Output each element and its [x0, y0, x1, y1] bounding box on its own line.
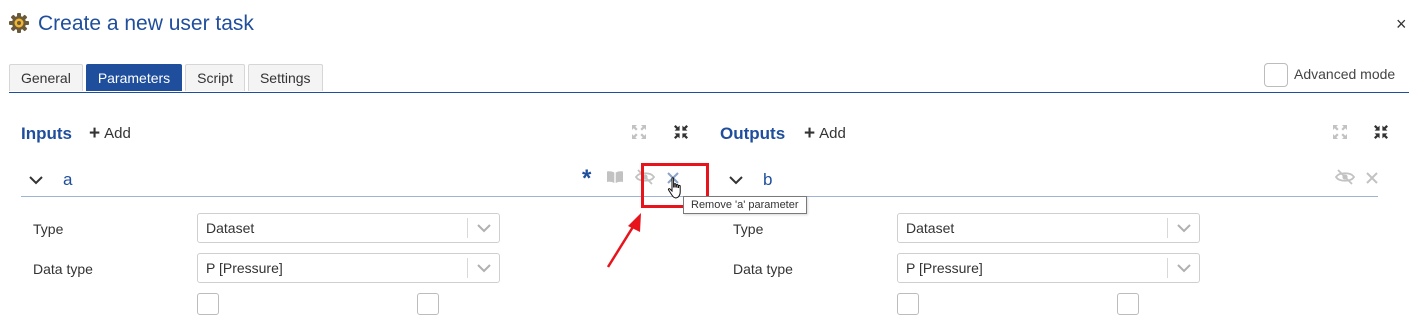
output-type-select[interactable]: Dataset [897, 213, 1200, 243]
add-input-label: Add [104, 125, 131, 142]
input-param-divider [21, 196, 705, 197]
output-param-name[interactable]: b [763, 170, 772, 190]
hide-eye-icon[interactable] [1334, 169, 1356, 185]
output-option-checkbox[interactable] [1117, 293, 1139, 315]
collapse-all-icon[interactable] [673, 124, 689, 140]
tab-script[interactable]: Script [185, 64, 245, 91]
expand-all-icon[interactable] [1332, 124, 1348, 140]
advanced-mode-checkbox[interactable] [1264, 63, 1288, 87]
remove-output-icon[interactable] [1366, 171, 1378, 184]
dropdown-arrow-icon [1175, 259, 1193, 277]
tab-parameters[interactable]: Parameters [85, 64, 183, 91]
remove-parameter-tooltip: Remove 'a' parameter [683, 196, 807, 214]
hand-cursor-icon [667, 176, 685, 200]
output-data-type-label: Data type [733, 261, 793, 277]
user-task-gear-icon [8, 12, 30, 34]
input-option-checkbox[interactable] [197, 293, 219, 315]
input-type-select[interactable]: Dataset [197, 213, 500, 243]
tab-settings[interactable]: Settings [247, 64, 323, 91]
plus-icon: + [89, 123, 101, 144]
book-icon[interactable] [606, 170, 624, 184]
outputs-title: Outputs [720, 124, 786, 143]
chevron-down-icon[interactable] [28, 172, 44, 188]
output-option-checkbox[interactable] [897, 293, 919, 315]
dropdown-arrow-icon [475, 259, 493, 277]
plus-icon: + [804, 123, 816, 144]
add-output-button[interactable]: + Add [804, 123, 846, 145]
dropdown-arrow-icon [1175, 219, 1193, 237]
tab-general[interactable]: General [9, 64, 83, 91]
add-input-button[interactable]: + Add [89, 123, 131, 145]
tab-underline [9, 92, 1409, 93]
red-arrow-icon [603, 208, 651, 270]
input-type-label: Type [33, 221, 64, 237]
input-param-name[interactable]: a [63, 170, 72, 190]
input-data-type-value: P [Pressure] [206, 260, 283, 276]
input-data-type-label: Data type [33, 261, 93, 277]
input-type-value: Dataset [206, 220, 255, 236]
tab-bar: General Parameters Script Settings [9, 64, 326, 92]
output-data-type-value: P [Pressure] [906, 260, 983, 276]
expand-all-icon[interactable] [631, 124, 647, 140]
advanced-mode-label: Advanced mode [1294, 66, 1396, 82]
select-separator [467, 258, 468, 278]
close-icon[interactable]: × [1396, 14, 1407, 35]
output-data-type-select[interactable]: P [Pressure] [897, 253, 1200, 283]
required-asterisk-icon: * [582, 165, 592, 192]
input-option-checkbox[interactable] [417, 293, 439, 315]
add-output-label: Add [819, 125, 846, 142]
output-type-label: Type [733, 221, 764, 237]
dialog-title: Create a new user task [38, 12, 254, 35]
select-separator [1167, 258, 1168, 278]
select-separator [467, 218, 468, 238]
chevron-down-icon[interactable] [728, 172, 744, 188]
output-type-value: Dataset [906, 220, 955, 236]
select-separator [1167, 218, 1168, 238]
output-param-divider [721, 196, 1378, 197]
inputs-title: Inputs [21, 124, 72, 143]
collapse-all-icon[interactable] [1373, 124, 1389, 140]
input-data-type-select[interactable]: P [Pressure] [197, 253, 500, 283]
dropdown-arrow-icon [475, 219, 493, 237]
